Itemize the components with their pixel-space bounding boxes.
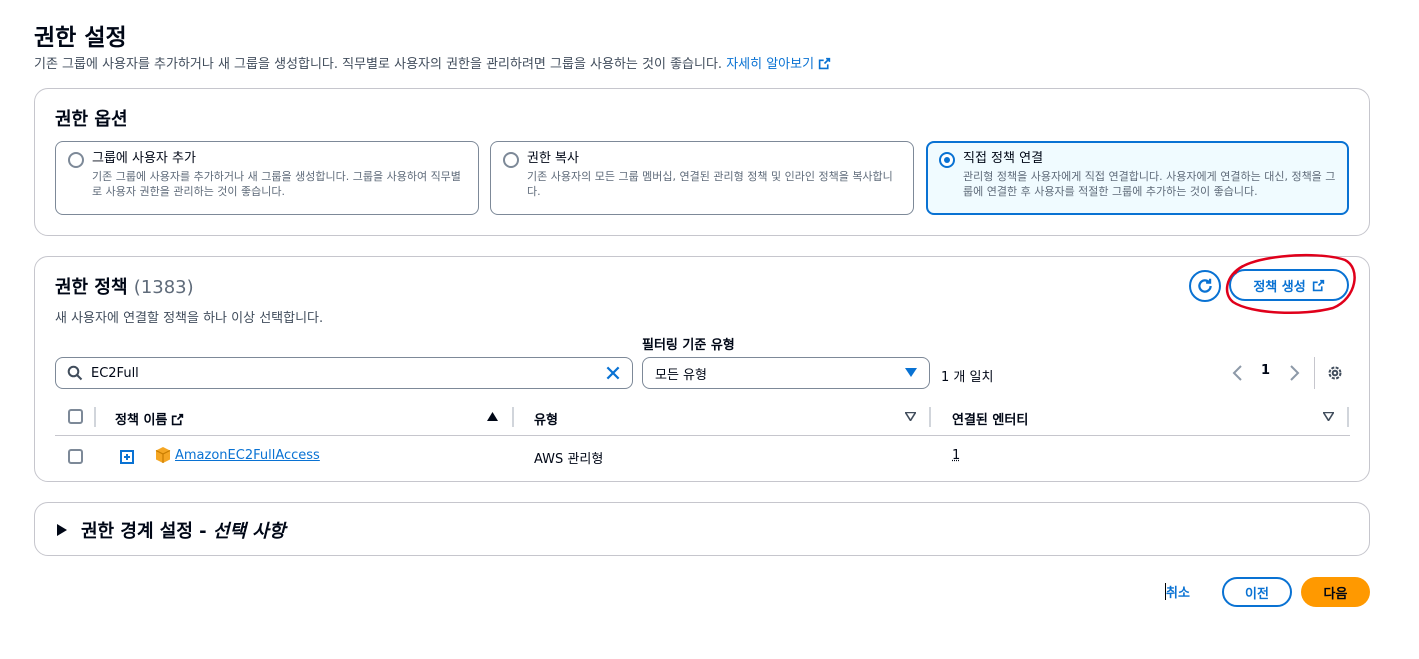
page-description: 기존 그룹에 사용자를 추가하거나 새 그룹을 생성합니다. 직무별로 사용자의… xyxy=(34,53,831,72)
radio-copy-permissions[interactable] xyxy=(503,152,519,168)
policy-search-input[interactable]: EC2Full xyxy=(55,357,633,389)
select-all-checkbox[interactable] xyxy=(68,409,83,424)
caret-down-icon xyxy=(905,368,917,377)
policy-name-link[interactable]: AmazonEC2FullAccess xyxy=(175,448,320,463)
search-value: EC2Full xyxy=(91,365,139,381)
option-title: 직접 정책 연결 xyxy=(963,151,1044,166)
type-filter-value: 모든 유형 xyxy=(655,367,707,383)
option-title: 그룹에 사용자 추가 xyxy=(92,151,196,166)
page-number[interactable]: 1 xyxy=(1261,363,1270,378)
policies-description: 새 사용자에 연결할 정책을 하나 이상 선택합니다. xyxy=(55,311,324,326)
page-description-text: 기존 그룹에 사용자를 추가하거나 새 그룹을 생성합니다. 직무별로 사용자의… xyxy=(34,57,723,72)
policies-heading-text: 권한 정책 xyxy=(55,277,128,298)
permission-boundary-panel[interactable]: 권한 경계 설정 - 선택 사항 xyxy=(34,502,1370,556)
table-header: 정책 이름 유형 연결된 엔터티 xyxy=(55,402,1350,436)
cancel-button[interactable]: 취소 xyxy=(1166,582,1190,601)
policy-type: AWS 관리형 xyxy=(534,452,604,467)
option-title: 권한 복사 xyxy=(527,151,579,166)
column-header-policy-name[interactable]: 정책 이름 xyxy=(115,409,184,428)
external-link-icon xyxy=(1312,279,1324,291)
clear-icon[interactable] xyxy=(604,364,622,382)
chevron-right-icon[interactable] xyxy=(1287,364,1301,382)
create-policy-button[interactable]: 정책 생성 xyxy=(1229,269,1349,301)
option-description: 관리형 정책을 사용자에게 직접 연결합니다. 사용자에게 연결하는 대신, 정… xyxy=(963,170,1336,198)
refresh-button[interactable] xyxy=(1189,270,1221,302)
type-filter-select[interactable]: 모든 유형 xyxy=(642,357,930,389)
expand-icon[interactable] xyxy=(120,450,134,464)
column-divider xyxy=(1347,407,1349,427)
column-divider xyxy=(512,407,514,427)
permission-options-panel: 권한 옵션 그룹에 사용자 추가 기존 그룹에 사용자를 추가하거나 새 그룹을… xyxy=(34,88,1370,236)
table-row: AmazonEC2FullAccess AWS 관리형 1 xyxy=(55,437,1350,479)
sort-asc-icon[interactable] xyxy=(487,412,498,421)
chevron-left-icon[interactable] xyxy=(1231,364,1245,382)
search-icon xyxy=(67,365,83,381)
page-title: 권한 설정 xyxy=(34,25,127,51)
policies-heading: 권한 정책 (1383) xyxy=(55,273,194,299)
column-divider xyxy=(929,407,931,427)
column-header-type[interactable]: 유형 xyxy=(534,409,558,428)
radio-attach-policies-directly[interactable] xyxy=(939,152,955,168)
option-description: 기존 그룹에 사용자를 추가하거나 새 그룹을 생성합니다. 그룹을 사용하여 … xyxy=(92,170,461,198)
sort-desc-icon[interactable] xyxy=(905,412,916,421)
caret-right-icon xyxy=(57,524,67,536)
external-link-icon xyxy=(818,57,831,70)
column-header-label: 정책 이름 xyxy=(115,413,168,428)
boundary-title-text: 권한 경계 설정 - xyxy=(81,521,213,542)
boundary-title[interactable]: 권한 경계 설정 - 선택 사항 xyxy=(81,517,285,543)
create-policy-label: 정책 생성 xyxy=(1253,279,1306,295)
sort-desc-icon[interactable] xyxy=(1323,412,1334,421)
permission-policies-panel: 권한 정책 (1383) 새 사용자에 연결할 정책을 하나 이상 선택합니다.… xyxy=(34,253,1370,482)
option-copy-permissions[interactable]: 권한 복사 기존 사용자의 모든 그룹 멤버십, 연결된 관리형 정책 및 인라… xyxy=(490,141,914,215)
match-count: 1 개 일치 xyxy=(941,370,994,385)
option-add-to-group[interactable]: 그룹에 사용자 추가 기존 그룹에 사용자를 추가하거나 새 그룹을 생성합니다… xyxy=(55,141,479,215)
boundary-optional-label: 선택 사항 xyxy=(212,521,286,542)
column-divider xyxy=(94,407,96,427)
row-checkbox[interactable] xyxy=(68,449,83,464)
pager-divider xyxy=(1314,357,1315,389)
next-button[interactable]: 다음 xyxy=(1301,577,1370,607)
refresh-icon xyxy=(1198,278,1212,293)
external-link-icon xyxy=(172,413,184,426)
option-attach-policies-directly[interactable]: 직접 정책 연결 관리형 정책을 사용자에게 직접 연결합니다. 사용자에게 연… xyxy=(926,141,1349,215)
learn-more-label: 자세히 알아보기 xyxy=(726,57,815,72)
previous-button[interactable]: 이전 xyxy=(1222,577,1292,607)
settings-icon[interactable] xyxy=(1326,364,1344,382)
policies-count: (1383) xyxy=(133,277,194,298)
option-description: 기존 사용자의 모든 그룹 멤버십, 연결된 관리형 정책 및 인라인 정책을 … xyxy=(527,170,893,198)
radio-add-to-group[interactable] xyxy=(68,152,84,168)
permission-options-heading: 권한 옵션 xyxy=(55,109,128,130)
aws-box-icon xyxy=(155,447,171,463)
attached-entities-count[interactable]: 1 xyxy=(952,448,960,463)
learn-more-link[interactable]: 자세히 알아보기 xyxy=(726,57,831,72)
filter-type-label: 필터링 기준 유형 xyxy=(642,338,735,353)
column-header-attached-entities[interactable]: 연결된 엔터티 xyxy=(952,409,1028,428)
